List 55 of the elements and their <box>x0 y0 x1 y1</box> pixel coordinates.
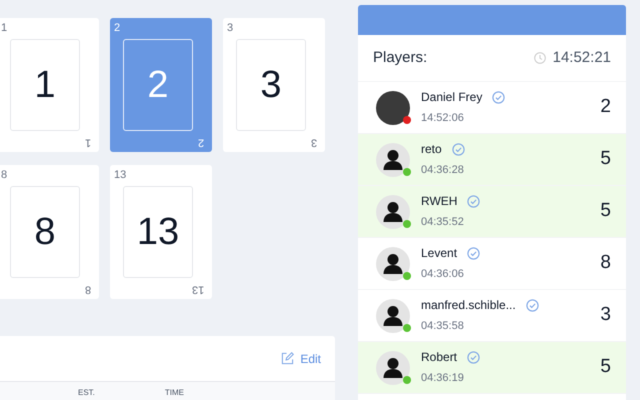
card-value: 1 <box>34 62 56 108</box>
verified-check-icon <box>467 246 480 260</box>
card-corner-label: 2 <box>114 21 120 36</box>
clock-icon <box>534 52 546 64</box>
card-corner-label: 13 <box>114 168 126 183</box>
column-header: EST. <box>78 387 95 399</box>
verified-check-icon <box>467 350 480 364</box>
verified-check-icon <box>492 90 506 104</box>
player-time: 04:36:28 <box>421 163 465 178</box>
player-estimate: 5 <box>600 355 611 380</box>
card-corner-label: 3 <box>310 135 317 150</box>
card-value: 8 <box>34 210 56 254</box>
player-name: RWEH <box>421 193 458 210</box>
card-value: 2 <box>147 62 169 108</box>
verified-check-icon <box>452 142 465 156</box>
player-name: reto <box>421 141 442 158</box>
card-corner-label: 8 <box>1 168 8 183</box>
verified-check-icon <box>526 298 539 312</box>
person-avatar-icon <box>376 142 410 176</box>
poker-card[interactable]: 1 1 1 <box>0 18 99 152</box>
poker-card[interactable]: 3 3 3 <box>223 18 325 152</box>
poker-card[interactable]: 13 13 13 <box>110 165 212 299</box>
player-time: 04:36:06 <box>421 267 465 282</box>
player-name: Levent <box>421 245 458 262</box>
player-estimate: 2 <box>600 95 611 120</box>
clock-time: 14:52:21 <box>552 48 611 68</box>
player-time: 04:35:52 <box>421 215 465 230</box>
person-avatar-icon <box>376 298 410 332</box>
person-avatar-icon <box>376 350 410 384</box>
player-time: 04:35:58 <box>421 319 465 334</box>
player-estimate: 8 <box>600 251 611 276</box>
poker-card[interactable]: 8 8 8 <box>0 165 99 299</box>
player-estimate: 5 <box>600 147 611 172</box>
player-estimate: 5 <box>600 199 611 224</box>
card-value: 3 <box>260 62 282 108</box>
card-corner-label: 2 <box>198 135 204 150</box>
avatar-photo-placeholder <box>376 90 410 124</box>
edit-icon <box>281 352 294 365</box>
card-corner-label: 1 <box>84 135 91 150</box>
card-corner-label: 3 <box>227 21 234 36</box>
player-estimate: 3 <box>600 303 611 328</box>
player-name: manfred.schible... <box>421 297 516 314</box>
player-name: Robert <box>421 349 458 366</box>
person-avatar-icon <box>376 246 410 280</box>
player-time: 04:36:19 <box>421 371 465 386</box>
player-time: 14:52:06 <box>421 111 465 126</box>
card-corner-label: 1 <box>1 21 8 36</box>
person-avatar-icon <box>376 194 410 228</box>
verified-check-icon <box>467 194 480 208</box>
players-title: Players: <box>373 48 428 68</box>
card-corner-label: 13 <box>192 282 204 297</box>
column-header: TIME <box>164 387 184 399</box>
card-value: 13 <box>136 210 180 254</box>
card-corner-label: 8 <box>84 282 91 297</box>
player-name: Daniel Frey <box>421 89 482 106</box>
